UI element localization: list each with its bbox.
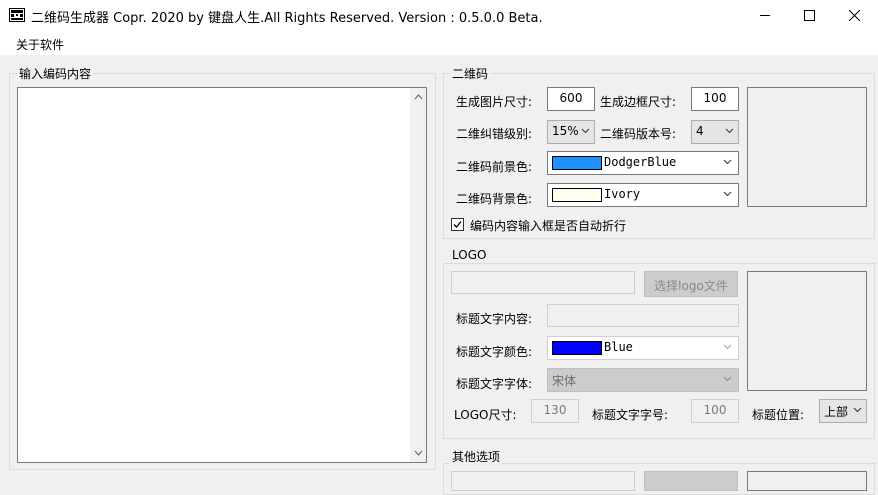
caption-font-value: 宋体 [552,374,577,388]
caption-label: 标题文字内容: [456,312,533,326]
bg-color-name: Ivory [604,187,641,201]
app-icon [9,8,25,22]
content-textarea[interactable] [17,87,427,463]
ecc-select[interactable]: 15% [547,120,595,144]
other-input[interactable] [451,471,635,491]
menu-bar [0,31,878,55]
menu-about[interactable]: 关于软件 [16,36,64,53]
logo-preview [747,271,867,391]
chevron-down-icon [853,407,862,413]
version-label: 二维码版本号: [600,127,677,141]
qr-group-title: 二维码 [450,65,491,82]
caption-color-label: 标题文字颜色: [456,345,533,359]
size-input[interactable]: 600 [547,87,595,111]
ecc-label: 二维纠错级别: [456,127,533,141]
other-group-title: 其他选项 [450,448,503,465]
input-group-title: 输入编码内容 [17,65,94,82]
caption-color-select[interactable]: Blue [547,336,739,360]
chevron-down-icon [725,128,734,134]
caption-color-name: Blue [604,340,633,354]
version-value: 4 [696,124,704,138]
scroll-down-icon[interactable] [414,450,423,456]
wrap-label: 编码内容输入框是否自动折行 [470,219,627,233]
maximize-button[interactable] [786,0,832,31]
other-preview [747,471,867,491]
content-scrollbar[interactable] [410,88,426,462]
qr-preview [747,87,867,207]
logo-group-title: LOGO [450,248,489,262]
close-button[interactable] [831,0,877,31]
logo-path-input[interactable] [451,271,635,294]
chevron-down-icon [723,344,732,350]
maximize-icon [803,10,815,21]
minimize-button[interactable] [742,0,788,31]
caption-size-label: 标题文字字号: [592,408,669,422]
minimize-icon [759,15,770,16]
close-icon [848,10,860,21]
fg-color-name: DodgerBlue [604,155,677,169]
bg-label: 二维码背景色: [456,192,533,206]
caption-input[interactable] [547,304,739,327]
window-title: 二维码生成器 Copr. 2020 by 键盘人生.All Rights Res… [31,11,543,26]
ecc-value: 15% [552,124,579,138]
other-button[interactable] [644,471,738,491]
bg-color-swatch [552,188,602,202]
fg-color-select[interactable]: DodgerBlue [547,151,739,175]
caption-pos-label: 标题位置: [752,408,805,422]
check-icon [453,221,462,228]
bg-color-select[interactable]: Ivory [547,183,739,207]
chevron-down-icon [581,128,590,134]
logo-size-input[interactable]: 130 [531,399,579,423]
select-logo-button[interactable]: 选择logo文件 [644,271,738,297]
size-label: 生成图片尺寸: [456,95,533,109]
chevron-down-icon [723,191,732,197]
caption-font-label: 标题文字字体: [456,377,533,391]
caption-color-swatch [552,341,602,355]
caption-size-input[interactable]: 100 [691,399,739,423]
chevron-down-icon [723,159,732,165]
border-input[interactable]: 100 [691,87,739,111]
caption-pos-value: 上部 [824,405,849,419]
logo-size-label: LOGO尺寸: [454,408,517,422]
version-select[interactable]: 4 [691,120,739,144]
fg-color-swatch [552,156,602,170]
caption-pos-select[interactable]: 上部 [819,399,867,423]
scroll-up-icon[interactable] [414,94,423,100]
chevron-down-icon [723,376,732,382]
border-label: 生成边框尺寸: [600,95,677,109]
wrap-checkbox[interactable] [451,218,464,231]
fg-label: 二维码前景色: [456,160,533,174]
caption-font-select[interactable]: 宋体 [547,368,739,392]
